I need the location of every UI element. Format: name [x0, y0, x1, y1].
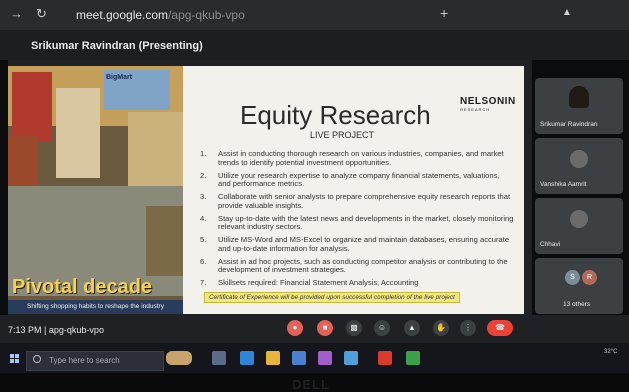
windows-start-icon[interactable] [10, 354, 20, 364]
participant-avatar [570, 210, 588, 228]
others-count: 13 others [563, 301, 591, 308]
magazine-cover-image: BigMart Pivotal decade Shifting shopping… [8, 66, 183, 314]
chrome-icon[interactable] [406, 351, 420, 365]
cover-store-sign: BigMart [106, 74, 133, 81]
raise-hand-button[interactable]: ✋ [433, 320, 449, 336]
browser-toolbar: → ↻ meet.google.com/apg-qkub-vpo + ▲ [0, 0, 629, 30]
responsibility-list: 1. Assist in conducting thorough research… [196, 149, 514, 292]
meeting-time: 7:13 PM [8, 325, 42, 335]
others-avatars: SR [565, 266, 599, 285]
participant-name: Vanshika Aamrit [540, 181, 587, 188]
food-widget-icon[interactable] [166, 351, 192, 365]
mouse-cursor-icon: ▲ [562, 7, 572, 18]
participant-name: Chhavi [540, 241, 561, 248]
participant-name: Srikumar Ravindran [540, 121, 598, 128]
cover-building [12, 72, 52, 142]
participant-tile[interactable]: Vanshika Aamrit [535, 138, 623, 194]
app-icon[interactable] [318, 351, 332, 365]
list-number: 1. [200, 149, 207, 158]
participant-avatar [570, 150, 588, 168]
logo-text: NELSONIN [460, 96, 516, 107]
participant-tile[interactable]: Srikumar Ravindran [535, 78, 623, 134]
task-view-icon[interactable] [212, 351, 226, 365]
emoji-button[interactable]: ☺ [374, 320, 390, 336]
end-call-button[interactable]: ☎ [487, 320, 513, 336]
list-item: 1. Assist in conducting thorough research… [196, 149, 514, 167]
cover-building [146, 206, 183, 276]
back-arrow-icon[interactable]: → [10, 6, 23, 21]
cover-title: Pivotal decade [12, 276, 153, 298]
search-icon [33, 355, 41, 363]
slide-subtitle: LIVE PROJECT [310, 130, 375, 140]
list-text: Utilize your research expertise to analy… [218, 170, 500, 189]
present-button[interactable]: ▲ [404, 320, 420, 336]
list-text: Collaborate with senior analysts to prep… [218, 192, 511, 210]
weather-tray[interactable]: 32°C [604, 349, 617, 355]
search-placeholder: Type here to search [49, 356, 120, 365]
list-item: 5. Utilize MS-Word and MS-Excel to organi… [196, 236, 514, 253]
list-text: Assist in conducting thorough research o… [218, 149, 504, 167]
list-text: Stay up-to-date with the latest news and… [218, 213, 514, 232]
dell-logo: DELL [292, 377, 330, 392]
meeting-details: 7:13 PM | apg-qkub-vpo [8, 325, 104, 335]
captions-button[interactable]: ▩ [346, 320, 362, 336]
cover-subtitle: Shifting shopping habits to reshape the … [8, 300, 183, 314]
address-bar[interactable]: meet.google.com/apg-qkub-vpo [76, 8, 245, 22]
list-number: 4. [200, 213, 207, 223]
youtube-icon[interactable] [378, 351, 392, 365]
list-item: 3. Collaborate with senior analysts to pr… [196, 192, 514, 210]
list-text: Skillsets required: Financial Statement … [218, 278, 419, 288]
nelsonin-logo: NELSONIN RESEARCH [460, 96, 516, 112]
list-number: 3. [200, 192, 207, 202]
list-item: 7. Skillsets required: Financial Statemen… [196, 279, 514, 288]
url-host: meet.google.com [76, 8, 169, 22]
cover-building [56, 88, 100, 178]
reload-icon[interactable]: ↻ [36, 6, 47, 22]
file-explorer-icon[interactable] [266, 351, 280, 365]
meeting-code: apg-qkub-vpo [48, 325, 104, 335]
new-tab-icon[interactable]: + [440, 5, 448, 21]
camera-off-button[interactable]: ■ [317, 320, 333, 336]
certificate-note: Certificate of Experience will be provid… [204, 292, 460, 303]
list-number: 7. [200, 278, 207, 288]
store-icon[interactable] [292, 351, 306, 365]
list-number: 2. [200, 170, 207, 180]
list-text: Assist in ad hoc projects, such as condu… [218, 256, 508, 275]
logo-tagline: RESEARCH [460, 107, 491, 112]
list-item: 4. Stay up-to-date with the latest news a… [196, 213, 514, 232]
meeting-separator: | [44, 325, 47, 335]
more-options-button[interactable]: ⋮ [460, 320, 476, 336]
others-avatar: S [565, 270, 580, 285]
url-path: /apg-qkub-vpo [168, 8, 245, 22]
others-avatar: R [582, 270, 597, 285]
slide-title: Equity Research [240, 100, 431, 130]
list-number: 6. [200, 256, 207, 266]
taskbar-search-box[interactable]: Type here to search [26, 351, 164, 371]
participant-tile[interactable]: Chhavi [535, 198, 623, 254]
presenting-label: Srikumar Ravindran (Presenting) [31, 40, 203, 52]
participant-video [569, 86, 589, 108]
mail-icon[interactable] [344, 351, 358, 365]
list-text: Utilize MS-Word and MS-Excel to organize… [218, 235, 510, 253]
list-number: 5. [200, 235, 207, 245]
list-item: 2. Utilize your research expertise to ana… [196, 170, 514, 189]
list-item: 6. Assist in ad hoc projects, such as con… [196, 256, 514, 275]
mic-off-button[interactable]: ● [287, 320, 303, 336]
presentation-slide: BigMart Pivotal decade Shifting shopping… [8, 66, 524, 314]
others-tile[interactable]: SR 13 others [535, 258, 623, 314]
edge-browser-icon[interactable] [240, 351, 254, 365]
